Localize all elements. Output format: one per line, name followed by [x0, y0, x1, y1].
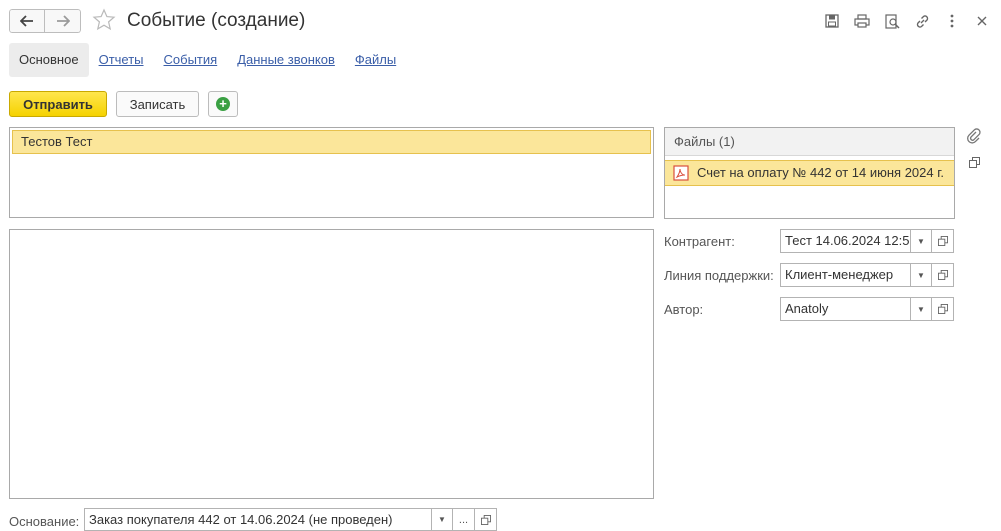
more-icon[interactable]	[942, 12, 962, 30]
chevron-down-icon: ▼	[917, 304, 925, 314]
basis-label: Основание:	[9, 514, 80, 529]
recipient-row[interactable]: Тестов Тест	[12, 130, 651, 154]
counterparty-label: Контрагент:	[664, 234, 735, 249]
basis-input[interactable]: Заказ покупателя 442 от 14.06.2024 (не п…	[84, 508, 431, 531]
file-name: Счет на оплату № 442 от 14 июня 2024 г.	[697, 165, 944, 180]
counterparty-field: Тест 14.06.2024 12:5 ▼	[780, 229, 954, 253]
counterparty-open-button[interactable]	[932, 229, 954, 253]
link-icon[interactable]	[912, 12, 932, 30]
support-line-field: Клиент-менеджер ▼	[780, 263, 954, 287]
chevron-down-icon: ▼	[917, 270, 925, 280]
message-body-editor[interactable]	[9, 229, 654, 499]
open-window-icon	[937, 304, 948, 314]
navigation-buttons	[9, 9, 81, 33]
support-line-open-button[interactable]	[932, 263, 954, 287]
back-button[interactable]	[9, 9, 45, 33]
star-icon	[92, 8, 116, 31]
arrow-right-icon	[56, 15, 70, 27]
tab-main[interactable]: Основное	[9, 43, 89, 77]
basis-open-button[interactable]	[475, 508, 497, 531]
page-title: Событие (создание)	[127, 10, 306, 31]
close-icon[interactable]	[972, 12, 992, 30]
tab-events[interactable]: События	[154, 43, 228, 77]
arrow-left-icon	[20, 15, 33, 27]
support-line-input[interactable]: Клиент-менеджер	[780, 263, 910, 287]
save-button[interactable]: Записать	[116, 91, 199, 117]
header-actions	[822, 12, 992, 30]
tab-reports[interactable]: Отчеты	[89, 43, 154, 77]
preview-icon[interactable]	[882, 12, 902, 30]
pdf-icon	[673, 165, 689, 181]
favorite-button[interactable]	[92, 8, 116, 37]
counterparty-input[interactable]: Тест 14.06.2024 12:5	[780, 229, 910, 253]
basis-dropdown[interactable]: ▼	[431, 508, 453, 531]
print-icon[interactable]	[852, 12, 872, 30]
tab-bar: Основное Отчеты События Данные звонков Ф…	[9, 43, 406, 77]
save-icon[interactable]	[822, 12, 842, 30]
add-button[interactable]: +	[208, 91, 238, 117]
author-field: Anatoly ▼	[780, 297, 954, 321]
tab-call-data[interactable]: Данные звонков	[227, 43, 345, 77]
support-line-label: Линия поддержки:	[664, 268, 774, 283]
author-open-button[interactable]	[932, 297, 954, 321]
author-dropdown[interactable]: ▼	[910, 297, 932, 321]
attach-button[interactable]	[966, 128, 982, 147]
tab-files[interactable]: Файлы	[345, 43, 406, 77]
forward-button[interactable]	[45, 9, 81, 33]
counterparty-dropdown[interactable]: ▼	[910, 229, 932, 253]
plus-circle-icon: +	[216, 97, 230, 111]
author-input[interactable]: Anatoly	[780, 297, 910, 321]
open-window-icon	[969, 157, 980, 168]
files-header: Файлы (1)	[665, 128, 954, 156]
open-window-button[interactable]	[969, 156, 980, 171]
chevron-down-icon: ▼	[438, 515, 446, 524]
open-window-icon	[937, 270, 948, 280]
file-item[interactable]: Счет на оплату № 442 от 14 июня 2024 г.	[665, 160, 954, 186]
chevron-down-icon: ▼	[917, 236, 925, 246]
files-panel: Файлы (1) Счет на оплату № 442 от 14 июн…	[664, 127, 955, 219]
basis-select-button[interactable]: ...	[453, 508, 475, 531]
basis-field: Заказ покупателя 442 от 14.06.2024 (не п…	[84, 508, 497, 531]
send-button[interactable]: Отправить	[9, 91, 107, 117]
support-line-dropdown[interactable]: ▼	[910, 263, 932, 287]
open-window-icon	[480, 514, 491, 525]
recipients-list[interactable]: Тестов Тест	[9, 127, 654, 218]
paperclip-icon	[967, 128, 981, 144]
author-label: Автор:	[664, 302, 704, 317]
open-window-icon	[937, 236, 948, 246]
